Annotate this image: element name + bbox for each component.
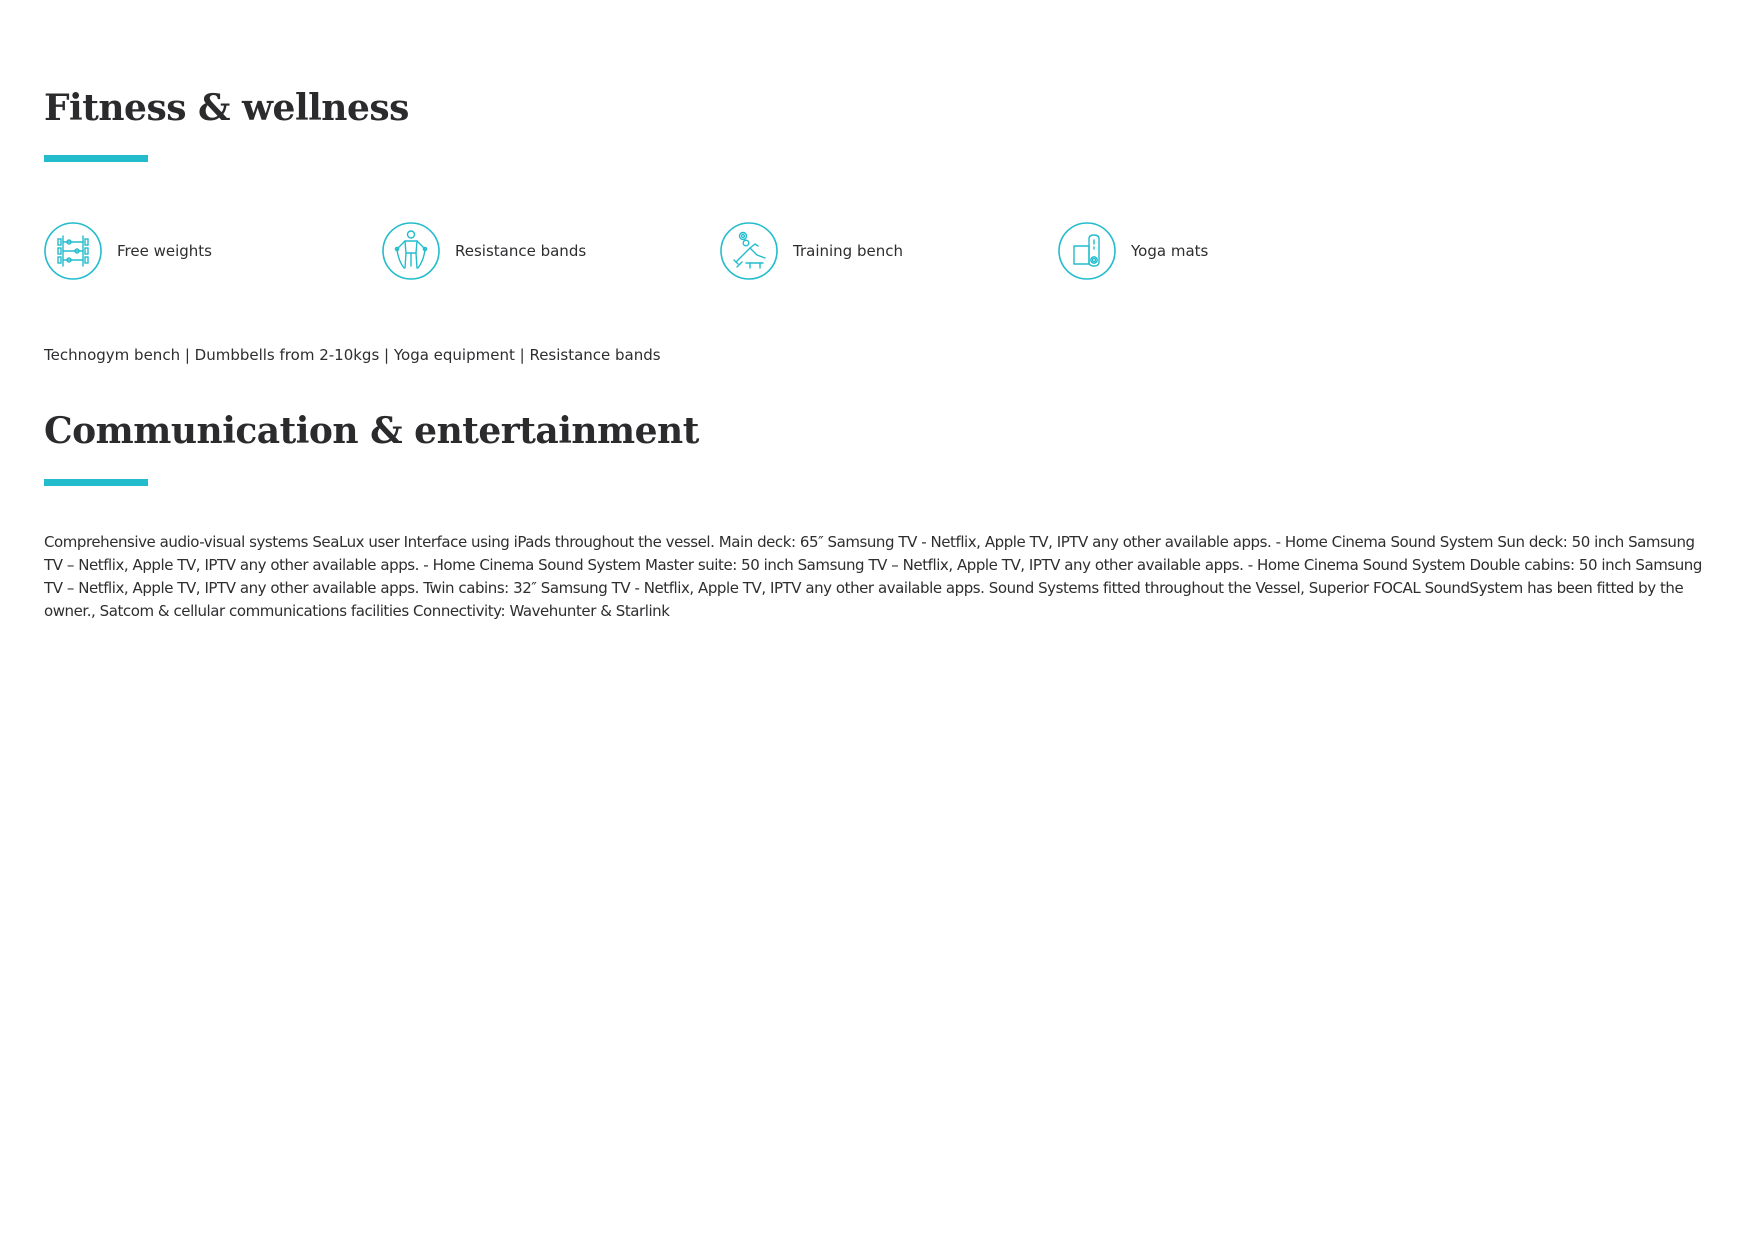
- free-weights-icon: [44, 222, 102, 280]
- amenity-item-resistance-bands: Resistance bands: [382, 221, 586, 281]
- communication-accent-bar-wrap: [44, 479, 1716, 486]
- amenity-item-training-bench: Training bench: [720, 221, 903, 281]
- yoga-mats-icon: [1058, 222, 1116, 280]
- amenity-label: Resistance bands: [455, 242, 587, 260]
- training-bench-icon: [720, 222, 778, 280]
- amenity-item-yoga-mats: Yoga mats: [1058, 221, 1208, 281]
- communication-section: Communication & entertainment: [44, 409, 1716, 453]
- fitness-section: Fitness & wellness: [44, 86, 1716, 130]
- fitness-heading: Fitness & wellness: [44, 87, 409, 129]
- heading-accent-bar: [44, 479, 148, 486]
- resistance-bands-icon: [382, 222, 440, 280]
- amenity-label: Yoga mats: [1131, 242, 1209, 260]
- amenity-label: Free weights: [117, 242, 212, 260]
- amenity-list: Free weights Resistance bands Training b…: [44, 221, 1716, 281]
- fitness-accent-bar-wrap: [44, 155, 1716, 162]
- communication-description: Comprehensive audio-visual systems SeaLu…: [44, 533, 1702, 620]
- fitness-equipment-summary: Technogym bench | Dumbbells from 2-10kgs…: [44, 346, 661, 364]
- amenity-label: Training bench: [793, 242, 903, 260]
- amenity-item-free-weights: Free weights: [44, 221, 212, 281]
- communication-heading: Communication & entertainment: [44, 410, 699, 452]
- heading-accent-bar: [44, 155, 148, 162]
